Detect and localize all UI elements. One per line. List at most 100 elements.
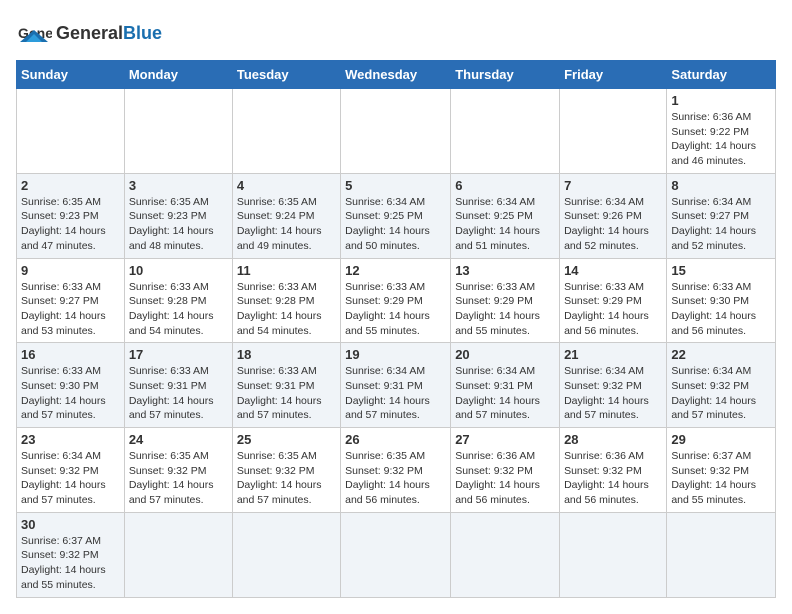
day-info: Sunrise: 6:35 AM Sunset: 9:32 PM Dayligh… (129, 449, 228, 508)
day-info: Sunrise: 6:33 AM Sunset: 9:27 PM Dayligh… (21, 280, 120, 339)
header-row: SundayMondayTuesdayWednesdayThursdayFrid… (17, 61, 776, 89)
day-cell (17, 89, 125, 174)
day-cell: 28 Sunrise: 6:36 AM Sunset: 9:32 PM Dayli… (560, 428, 667, 513)
day-cell (560, 512, 667, 597)
day-cell: 22 Sunrise: 6:34 AM Sunset: 9:32 PM Dayli… (667, 343, 776, 428)
day-number: 15 (671, 263, 771, 278)
day-cell: 20 Sunrise: 6:34 AM Sunset: 9:31 PM Dayli… (451, 343, 560, 428)
day-number: 10 (129, 263, 228, 278)
day-info: Sunrise: 6:36 AM Sunset: 9:22 PM Dayligh… (671, 110, 771, 169)
day-cell: 2 Sunrise: 6:35 AM Sunset: 9:23 PM Daylig… (17, 173, 125, 258)
day-info: Sunrise: 6:33 AM Sunset: 9:29 PM Dayligh… (455, 280, 555, 339)
day-cell (124, 512, 232, 597)
day-cell: 3Sunrise: 6:35 AM Sunset: 9:23 PM Daylig… (124, 173, 232, 258)
day-number: 19 (345, 347, 446, 362)
day-cell (667, 512, 776, 597)
day-cell (232, 512, 340, 597)
day-info: Sunrise: 6:34 AM Sunset: 9:32 PM Dayligh… (21, 449, 120, 508)
day-cell: 4Sunrise: 6:35 AM Sunset: 9:24 PM Daylig… (232, 173, 340, 258)
day-number: 3 (129, 178, 228, 193)
day-info: Sunrise: 6:36 AM Sunset: 9:32 PM Dayligh… (564, 449, 662, 508)
day-cell (451, 89, 560, 174)
day-info: Sunrise: 6:34 AM Sunset: 9:31 PM Dayligh… (455, 364, 555, 423)
day-cell: 9 Sunrise: 6:33 AM Sunset: 9:27 PM Daylig… (17, 258, 125, 343)
day-number: 5 (345, 178, 446, 193)
day-number: 28 (564, 432, 662, 447)
day-cell: 8Sunrise: 6:34 AM Sunset: 9:27 PM Daylig… (667, 173, 776, 258)
day-number: 2 (21, 178, 120, 193)
day-cell: 26 Sunrise: 6:35 AM Sunset: 9:32 PM Dayli… (341, 428, 451, 513)
day-number: 7 (564, 178, 662, 193)
day-info: Sunrise: 6:34 AM Sunset: 9:25 PM Dayligh… (345, 195, 446, 254)
day-cell: 23Sunrise: 6:34 AM Sunset: 9:32 PM Dayli… (17, 428, 125, 513)
week-row-0: 1 Sunrise: 6:36 AM Sunset: 9:22 PM Daylig… (17, 89, 776, 174)
day-number: 27 (455, 432, 555, 447)
header-cell-friday: Friday (560, 61, 667, 89)
day-number: 18 (237, 347, 336, 362)
day-cell: 21 Sunrise: 6:34 AM Sunset: 9:32 PM Dayli… (560, 343, 667, 428)
page-header: General GeneralBlue (16, 16, 776, 52)
day-number: 29 (671, 432, 771, 447)
day-info: Sunrise: 6:35 AM Sunset: 9:23 PM Dayligh… (21, 195, 120, 254)
day-number: 1 (671, 93, 771, 108)
day-info: Sunrise: 6:33 AM Sunset: 9:31 PM Dayligh… (129, 364, 228, 423)
day-info: Sunrise: 6:34 AM Sunset: 9:32 PM Dayligh… (564, 364, 662, 423)
logo-text: GeneralBlue (56, 24, 162, 44)
day-info: Sunrise: 6:35 AM Sunset: 9:32 PM Dayligh… (345, 449, 446, 508)
day-info: Sunrise: 6:34 AM Sunset: 9:31 PM Dayligh… (345, 364, 446, 423)
day-info: Sunrise: 6:33 AM Sunset: 9:29 PM Dayligh… (345, 280, 446, 339)
logo: General GeneralBlue (16, 16, 162, 52)
day-number: 17 (129, 347, 228, 362)
day-info: Sunrise: 6:35 AM Sunset: 9:32 PM Dayligh… (237, 449, 336, 508)
week-row-3: 16 Sunrise: 6:33 AM Sunset: 9:30 PM Dayli… (17, 343, 776, 428)
day-cell: 18 Sunrise: 6:33 AM Sunset: 9:31 PM Dayli… (232, 343, 340, 428)
calendar-table: SundayMondayTuesdayWednesdayThursdayFrid… (16, 60, 776, 598)
day-number: 9 (21, 263, 120, 278)
day-info: Sunrise: 6:33 AM Sunset: 9:28 PM Dayligh… (237, 280, 336, 339)
day-info: Sunrise: 6:33 AM Sunset: 9:30 PM Dayligh… (21, 364, 120, 423)
week-row-1: 2 Sunrise: 6:35 AM Sunset: 9:23 PM Daylig… (17, 173, 776, 258)
day-number: 22 (671, 347, 771, 362)
day-cell: 5 Sunrise: 6:34 AM Sunset: 9:25 PM Daylig… (341, 173, 451, 258)
day-cell: 30 Sunrise: 6:37 AM Sunset: 9:32 PM Dayli… (17, 512, 125, 597)
day-cell: 27 Sunrise: 6:36 AM Sunset: 9:32 PM Dayli… (451, 428, 560, 513)
day-number: 13 (455, 263, 555, 278)
day-cell (341, 512, 451, 597)
day-cell: 6Sunrise: 6:34 AM Sunset: 9:25 PM Daylig… (451, 173, 560, 258)
day-cell: 12 Sunrise: 6:33 AM Sunset: 9:29 PM Dayli… (341, 258, 451, 343)
day-cell: 15 Sunrise: 6:33 AM Sunset: 9:30 PM Dayli… (667, 258, 776, 343)
day-cell: 1 Sunrise: 6:36 AM Sunset: 9:22 PM Daylig… (667, 89, 776, 174)
day-number: 30 (21, 517, 120, 532)
day-info: Sunrise: 6:34 AM Sunset: 9:27 PM Dayligh… (671, 195, 771, 254)
day-cell (451, 512, 560, 597)
day-info: Sunrise: 6:37 AM Sunset: 9:32 PM Dayligh… (21, 534, 120, 593)
header-cell-wednesday: Wednesday (341, 61, 451, 89)
day-info: Sunrise: 6:34 AM Sunset: 9:26 PM Dayligh… (564, 195, 662, 254)
day-cell (124, 89, 232, 174)
day-number: 16 (21, 347, 120, 362)
day-info: Sunrise: 6:34 AM Sunset: 9:32 PM Dayligh… (671, 364, 771, 423)
day-number: 21 (564, 347, 662, 362)
day-cell: 7 Sunrise: 6:34 AM Sunset: 9:26 PM Daylig… (560, 173, 667, 258)
header-cell-sunday: Sunday (17, 61, 125, 89)
day-info: Sunrise: 6:34 AM Sunset: 9:25 PM Dayligh… (455, 195, 555, 254)
day-cell: 24Sunrise: 6:35 AM Sunset: 9:32 PM Dayli… (124, 428, 232, 513)
day-number: 11 (237, 263, 336, 278)
day-info: Sunrise: 6:33 AM Sunset: 9:30 PM Dayligh… (671, 280, 771, 339)
day-number: 20 (455, 347, 555, 362)
day-cell: 11 Sunrise: 6:33 AM Sunset: 9:28 PM Dayli… (232, 258, 340, 343)
week-row-4: 23Sunrise: 6:34 AM Sunset: 9:32 PM Dayli… (17, 428, 776, 513)
day-number: 12 (345, 263, 446, 278)
day-info: Sunrise: 6:33 AM Sunset: 9:29 PM Dayligh… (564, 280, 662, 339)
logo-icon: General (16, 16, 52, 52)
day-cell (560, 89, 667, 174)
day-cell: 25 Sunrise: 6:35 AM Sunset: 9:32 PM Dayli… (232, 428, 340, 513)
day-info: Sunrise: 6:33 AM Sunset: 9:31 PM Dayligh… (237, 364, 336, 423)
header-cell-monday: Monday (124, 61, 232, 89)
day-number: 26 (345, 432, 446, 447)
day-info: Sunrise: 6:37 AM Sunset: 9:32 PM Dayligh… (671, 449, 771, 508)
day-info: Sunrise: 6:36 AM Sunset: 9:32 PM Dayligh… (455, 449, 555, 508)
day-cell: 10Sunrise: 6:33 AM Sunset: 9:28 PM Dayli… (124, 258, 232, 343)
day-number: 25 (237, 432, 336, 447)
day-cell: 29 Sunrise: 6:37 AM Sunset: 9:32 PM Dayli… (667, 428, 776, 513)
